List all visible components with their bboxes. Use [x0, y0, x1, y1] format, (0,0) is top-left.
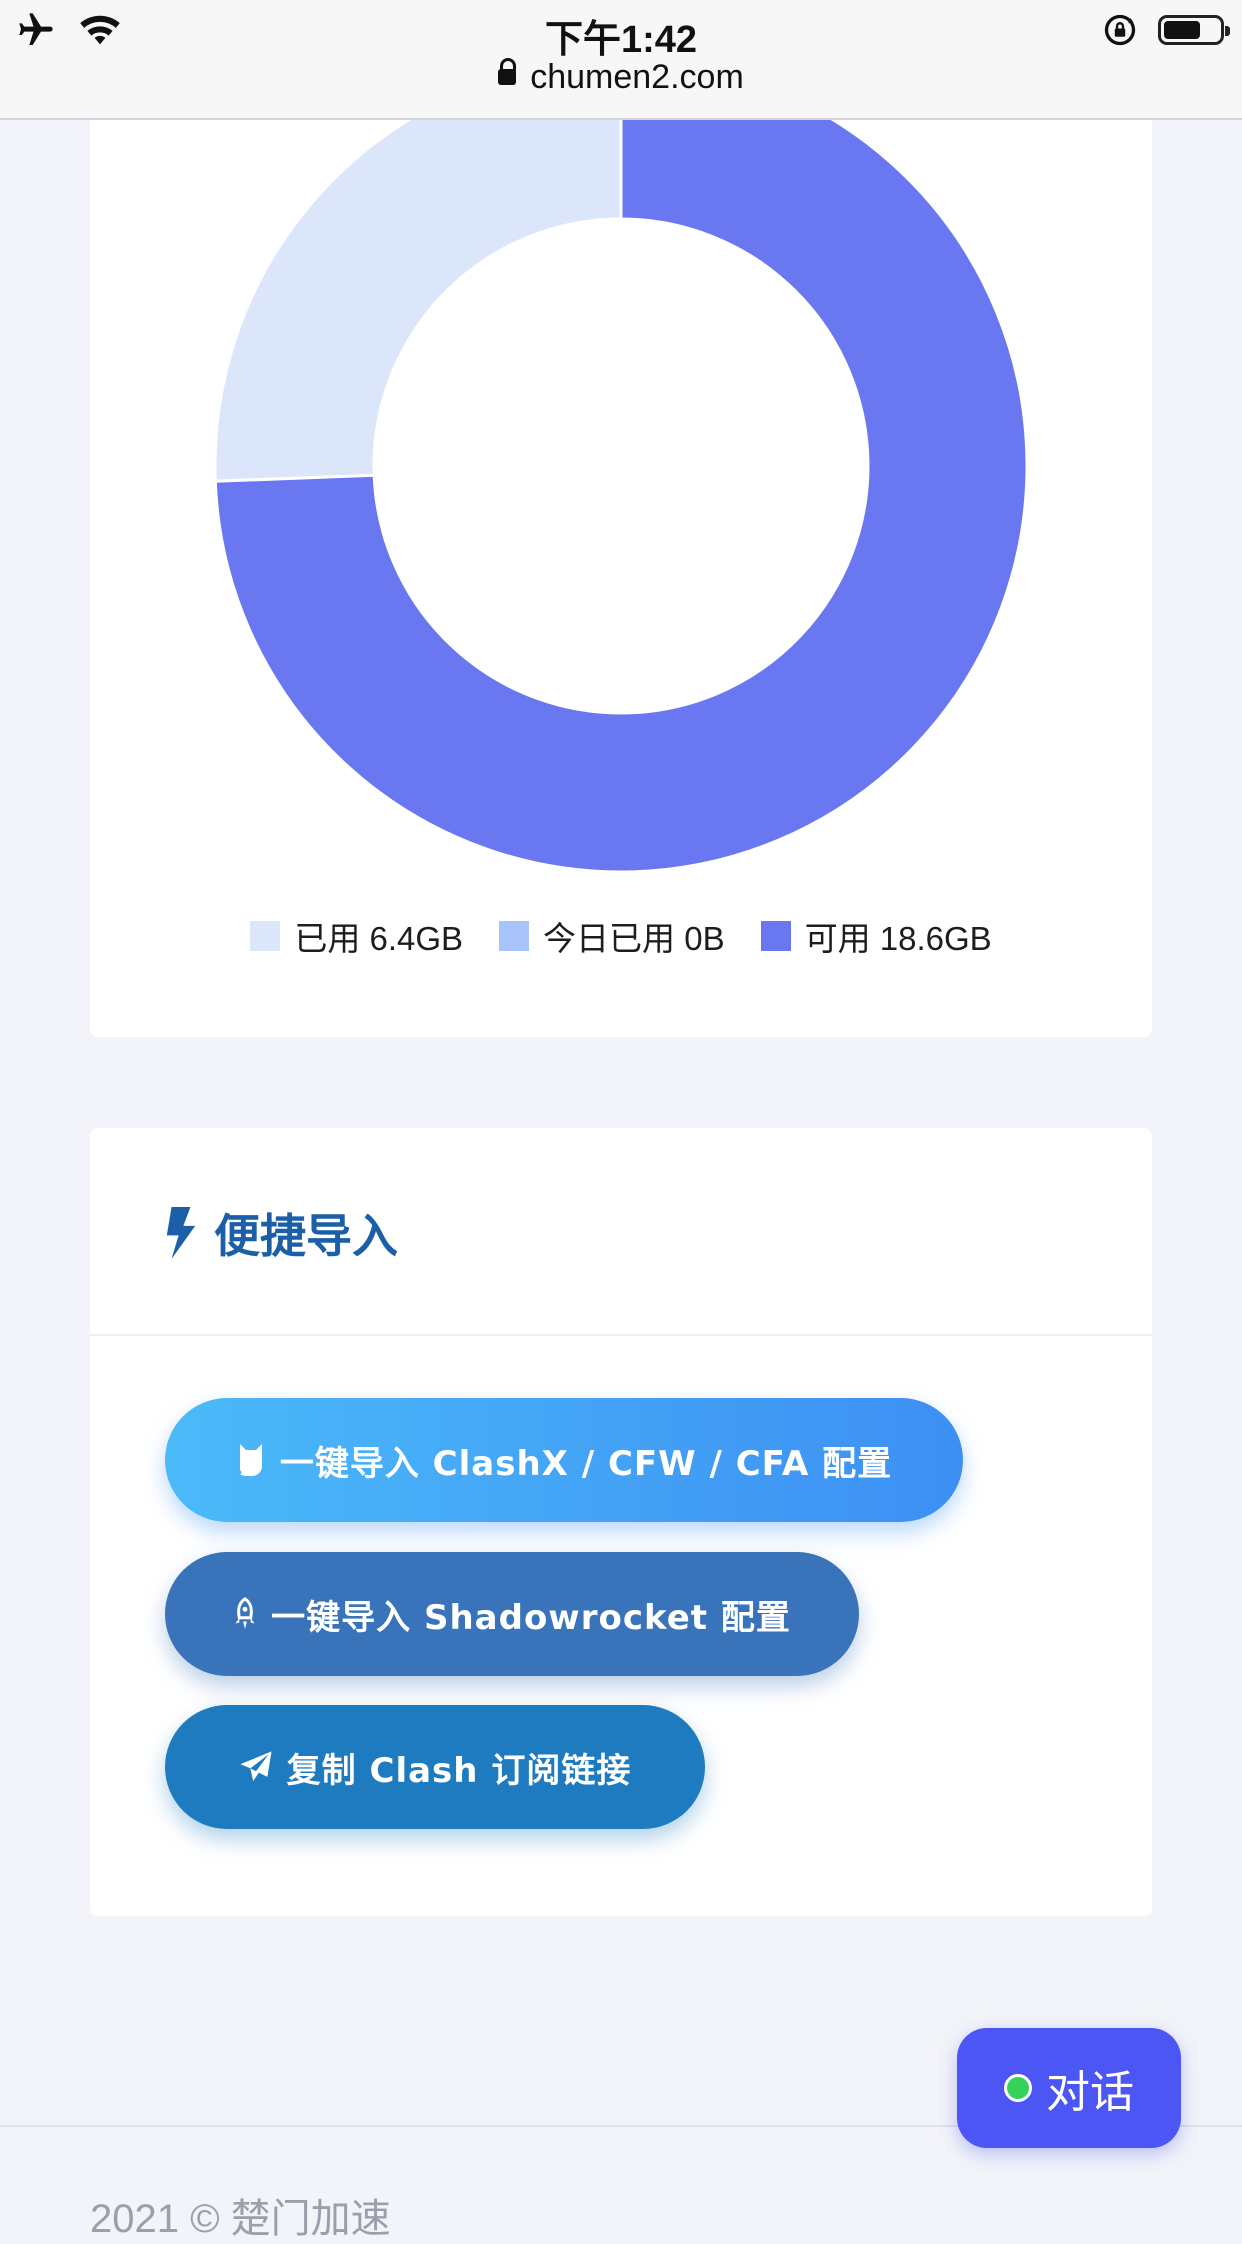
import-clash-label: 一键导入 ClashX / CFW / CFA 配置 — [279, 1443, 893, 1484]
chat-button[interactable]: 对话 — [957, 2028, 1181, 2148]
status-right-icons — [1102, 12, 1230, 48]
status-time: 下午1:42 — [544, 19, 698, 61]
copy-subscription-label: 复制 Clash 订阅链接 — [286, 1750, 632, 1791]
rotation-lock-icon — [1104, 14, 1136, 46]
slice-used[interactable] — [215, 60, 623, 483]
bolt-icon — [166, 1207, 196, 1259]
online-status-icon — [1004, 2074, 1032, 2102]
rocket-icon — [235, 1597, 255, 1630]
legend-item-used[interactable]: 已用 6.4GB — [250, 912, 463, 960]
card-divider — [90, 1334, 1152, 1336]
quick-import-title: 便捷导入 — [214, 1210, 398, 1262]
battery-icon — [1158, 15, 1230, 45]
chat-label: 对话 — [1046, 2068, 1134, 2117]
legend-label-used: 已用 6.4GB — [294, 920, 464, 957]
usage-donut-chart — [215, 60, 1027, 872]
legend-swatch-available — [760, 921, 791, 951]
copy-subscription-button[interactable]: 复制 Clash 订阅链接 — [165, 1705, 705, 1829]
legend-item-today-used[interactable]: 今日已用 0B — [499, 912, 725, 960]
footer-copyright: 2021 © 楚门加速 — [90, 2197, 391, 2241]
legend-label-today-used: 今日已用 0B — [543, 920, 725, 957]
import-shadowrocket-button[interactable]: 一键导入 Shadowrocket 配置 — [165, 1552, 859, 1676]
traffic-usage-card: 已用 6.4GB 今日已用 0B 可用 18.6GB — [90, 60, 1152, 1037]
legend-swatch-today-used — [499, 921, 530, 951]
lock-icon — [498, 58, 517, 86]
cat-icon — [239, 1444, 262, 1476]
legend-item-available[interactable]: 可用 18.6GB — [760, 912, 992, 960]
legend-swatch-used — [250, 921, 281, 951]
chart-legend: 已用 6.4GB 今日已用 0B 可用 18.6GB — [90, 912, 1152, 960]
import-clash-button[interactable]: 一键导入 ClashX / CFW / CFA 配置 — [165, 1398, 963, 1522]
browser-top-bar: 下午1:42 chumen2.com — [0, 0, 1242, 120]
url-bar[interactable]: chumen2.com — [0, 58, 1242, 97]
quick-import-card: 便捷导入 一键导入 ClashX / CFW / CFA 配置 一键导入 Sha… — [90, 1128, 1152, 1916]
quick-import-header: 便捷导入 — [164, 1200, 398, 1266]
paper-plane-icon — [240, 1751, 272, 1782]
import-shadowrocket-label: 一键导入 Shadowrocket 配置 — [271, 1597, 791, 1638]
legend-label-available: 可用 18.6GB — [804, 920, 992, 957]
url-domain: chumen2.com — [530, 58, 744, 96]
